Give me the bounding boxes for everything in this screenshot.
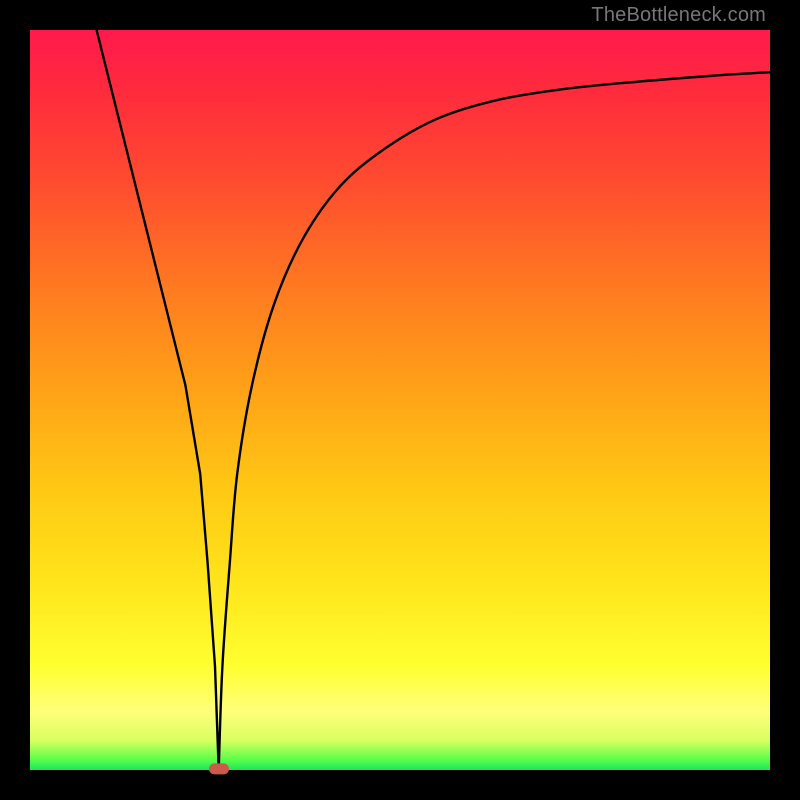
watermark-text: TheBottleneck.com: [591, 4, 766, 27]
plot-area: [30, 30, 770, 770]
bottleneck-curve-path: [97, 30, 770, 770]
chart-frame: TheBottleneck.com: [0, 0, 800, 800]
optimum-marker: [209, 763, 229, 774]
curve-layer: [30, 30, 770, 770]
